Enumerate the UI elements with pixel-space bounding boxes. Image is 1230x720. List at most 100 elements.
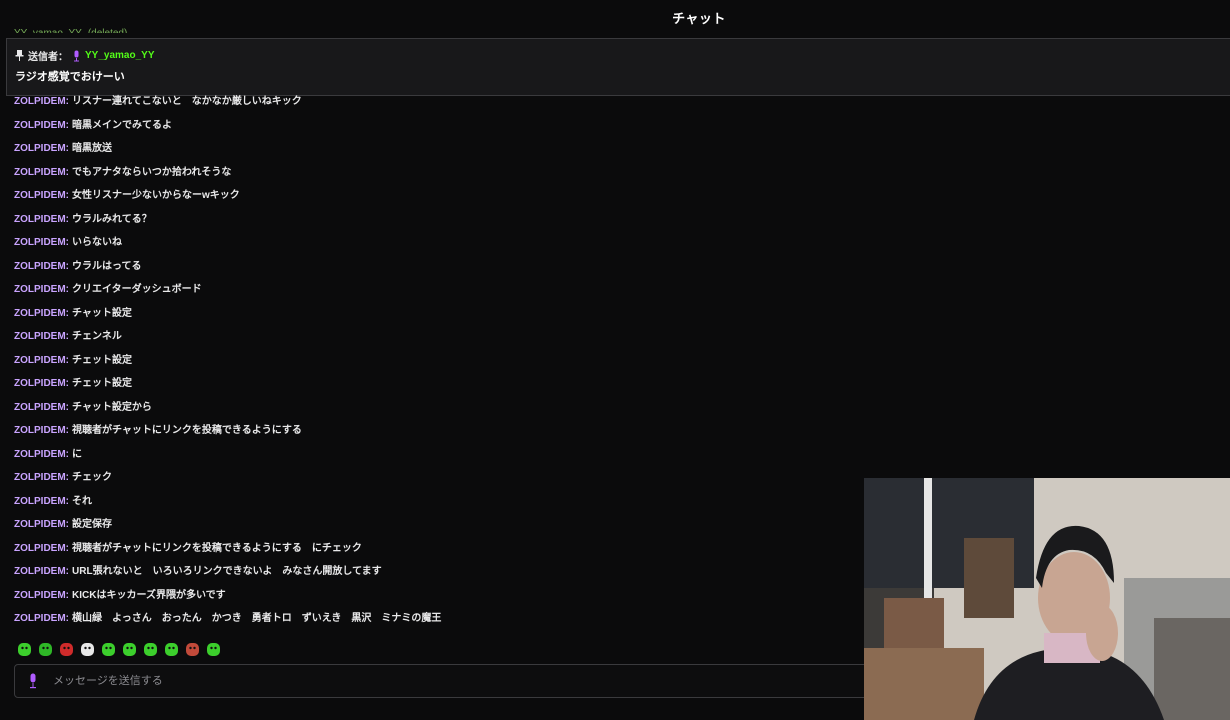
message-text: 視聴者がチャットにリンクを投稿できるようにする にチェック xyxy=(72,542,362,554)
message-text: 女性リスナー少ないからなーwキック xyxy=(72,190,240,201)
kick-happy-emote[interactable] xyxy=(142,641,159,658)
message-username[interactable]: ZOLPIDEM xyxy=(14,425,66,436)
message-username[interactable]: ZOLPIDEM xyxy=(14,519,66,530)
message-separator: : xyxy=(65,284,70,295)
kick-hand-emote[interactable] xyxy=(205,641,222,658)
message-separator: : xyxy=(65,613,70,624)
chat-title: チャット xyxy=(672,10,726,26)
message-username[interactable]: ZOLPIDEM xyxy=(14,566,66,577)
message-username[interactable]: ZOLPIDEM xyxy=(14,472,66,483)
chat-message: ZOLPIDEM: クリエイターダッシュボード xyxy=(14,283,854,307)
kick-cup-emote[interactable] xyxy=(37,641,54,658)
message-username[interactable]: ZOLPIDEM xyxy=(14,355,66,366)
message-text: KICKはキッカーズ界隈が多いです xyxy=(72,589,226,601)
chat-message: ZOLPIDEM: 視聴者がチャットにリンクを投稿できるようにする xyxy=(14,424,854,448)
message-username[interactable]: ZOLPIDEM xyxy=(14,613,66,624)
message-text: チェット設定 xyxy=(72,378,133,389)
chat-message: ZOLPIDEM: チェンネル xyxy=(14,330,854,354)
chat-input-box[interactable] xyxy=(14,664,894,698)
chat-message: ZOLPIDEM: それ xyxy=(14,495,854,519)
message-text: 横山緑 よっさん おったん かつき 勇者トロ ずいえき 黒沢 ミナミの魔王 xyxy=(72,613,442,624)
message-separator: : xyxy=(65,519,70,530)
chat-message: ZOLPIDEM: チャット設定 xyxy=(14,307,854,331)
microphone-badge-icon xyxy=(74,50,79,61)
message-separator: : xyxy=(65,472,70,483)
message-text: チャット設定から xyxy=(72,401,152,413)
message-username[interactable]: ZOLPIDEM xyxy=(14,402,66,413)
message-username[interactable]: ZOLPIDEM xyxy=(14,96,66,107)
message-username[interactable]: ZOLPIDEM xyxy=(14,308,66,319)
message-text: クリエイターダッシュボード xyxy=(72,284,202,295)
chat-message: ZOLPIDEM: チェット設定 xyxy=(14,377,854,401)
message-text: ウラルみれてる？ xyxy=(72,213,152,225)
message-separator: : xyxy=(65,260,70,272)
chat-message: ZOLPIDEM: 横山緑 よっさん おったん かつき 勇者トロ ずいえき 黒沢 … xyxy=(14,612,854,636)
webcam-image xyxy=(864,478,1230,720)
chat-message: ZOLPIDEM: ウラルはってる xyxy=(14,260,854,284)
chat-message: ZOLPIDEM: 視聴者がチャットにリンクを投稿できるようにする にチェック xyxy=(14,542,854,566)
chat-message: ZOLPIDEM: チェット設定 xyxy=(14,354,854,378)
message-username[interactable]: ZOLPIDEM xyxy=(14,261,66,272)
chat-message: ZOLPIDEM: チャット設定から xyxy=(14,401,854,425)
chat-message: ZOLPIDEM: 暗黒放送 xyxy=(14,142,854,166)
webcam-overlay xyxy=(864,478,1230,720)
kick-mushroom-emote[interactable] xyxy=(121,641,138,658)
chat-message: ZOLPIDEM: でもアナタならいつか拾われそうな xyxy=(14,166,854,190)
message-separator: : xyxy=(65,119,70,131)
pin-icon xyxy=(15,50,24,61)
message-username[interactable]: ZOLPIDEM xyxy=(14,378,66,389)
chat-header: チャット xyxy=(0,0,1230,34)
message-username[interactable]: ZOLPIDEM xyxy=(14,167,66,178)
kick-red-emote[interactable] xyxy=(58,641,75,658)
message-input[interactable] xyxy=(51,674,835,688)
kick-panda-emote[interactable] xyxy=(79,641,96,658)
chat-message: ZOLPIDEM: に xyxy=(14,448,854,472)
message-text: チャット設定 xyxy=(72,307,132,319)
message-separator: : xyxy=(65,237,70,248)
message-separator: : xyxy=(65,166,70,178)
message-separator: : xyxy=(65,213,70,225)
chat-message: ZOLPIDEM: URL張れないと いろいろリンクできないよ みなさん開放してま… xyxy=(14,565,854,589)
message-username[interactable]: ZOLPIDEM xyxy=(14,543,66,554)
kick-green-emote[interactable] xyxy=(16,641,33,658)
message-username[interactable]: ZOLPIDEM xyxy=(14,449,66,460)
microphone-icon[interactable] xyxy=(27,673,39,689)
pinned-header: 送信者： YY_yamao_YY xyxy=(15,48,155,63)
emote-bar xyxy=(16,641,222,658)
message-separator: : xyxy=(65,190,70,201)
message-text: 暗黒メインでみてるよ xyxy=(72,119,173,131)
message-separator: : xyxy=(65,143,70,154)
chat-app: チャット YY_yamao_YY (deleted) 送信者： YY_yamao… xyxy=(0,0,1230,720)
message-username[interactable]: ZOLPIDEM xyxy=(14,143,66,154)
message-username[interactable]: ZOLPIDEM xyxy=(14,120,66,131)
message-text: 暗黒放送 xyxy=(72,143,113,154)
chat-message: ZOLPIDEM: チェック xyxy=(14,471,854,495)
message-separator: : xyxy=(65,425,70,436)
message-list: ZOLPIDEM: リスナー連れてこないと なかなか厳しいねキック ZOLPIDEM… xyxy=(14,95,854,636)
pinned-username[interactable]: YY_yamao_YY xyxy=(85,50,155,61)
message-separator: : xyxy=(65,566,70,577)
pinned-message[interactable]: 送信者： YY_yamao_YY ラジオ感覚でおけーい xyxy=(6,38,1230,96)
message-text: 視聴者がチャットにリンクを投稿できるようにする xyxy=(72,425,302,436)
message-username[interactable]: ZOLPIDEM xyxy=(14,590,66,601)
message-separator: : xyxy=(65,96,70,107)
chat-message: ZOLPIDEM: いらないね xyxy=(14,236,854,260)
message-text: 設定保存 xyxy=(72,519,113,530)
chat-message: ZOLPIDEM: ウラルみれてる？ xyxy=(14,213,854,237)
kick-face-emote[interactable] xyxy=(184,641,201,658)
message-username[interactable]: ZOLPIDEM xyxy=(14,331,66,342)
message-text: チェット設定 xyxy=(72,354,133,366)
message-text: チェンネル xyxy=(72,331,122,342)
message-username[interactable]: ZOLPIDEM xyxy=(14,284,66,295)
message-text: リスナー連れてこないと なかなか厳しいねキック xyxy=(72,96,302,107)
message-username[interactable]: ZOLPIDEM xyxy=(14,237,66,248)
kick-smile-emote[interactable] xyxy=(100,641,117,658)
message-username[interactable]: ZOLPIDEM xyxy=(14,496,66,507)
message-username[interactable]: ZOLPIDEM xyxy=(14,190,66,201)
kick-grin-emote[interactable] xyxy=(163,641,180,658)
message-separator: : xyxy=(65,378,70,389)
message-separator: : xyxy=(65,354,70,366)
message-username[interactable]: ZOLPIDEM xyxy=(14,214,66,225)
message-separator: : xyxy=(65,448,70,460)
message-text: URL張れないと いろいろリンクできないよ みなさん開放してます xyxy=(72,566,382,577)
